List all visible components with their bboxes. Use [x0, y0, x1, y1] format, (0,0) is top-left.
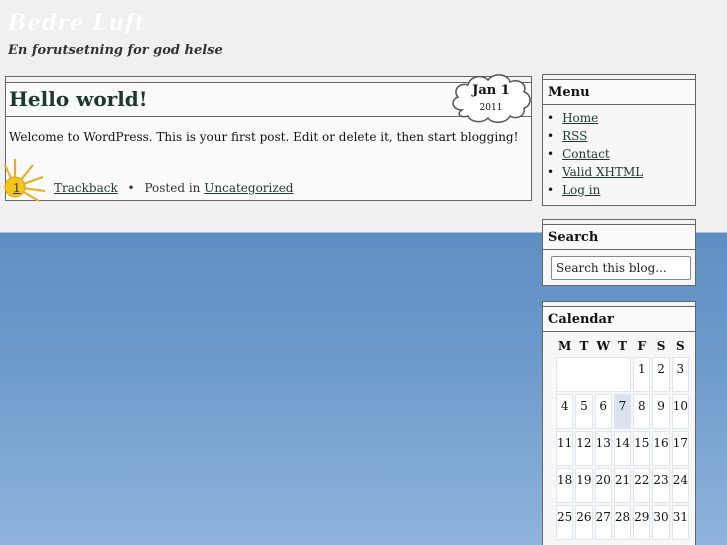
- calendar-body: 1 2 3 4 5 6 7 8 9 10 11 12 13 14 15 16 17 18 19 20 21 22 23 24 2…: [556, 357, 689, 540]
- weekday-header: T: [618, 339, 627, 353]
- calendar-day: 2: [652, 357, 670, 392]
- menu-list: Home RSS Contact Valid XHTML Log in: [543, 105, 695, 199]
- posted-in-label: Posted in: [144, 181, 201, 195]
- calendar-day: 5: [575, 394, 593, 429]
- category-link[interactable]: Uncategorized: [204, 181, 293, 195]
- calendar-day: 22: [633, 468, 651, 503]
- weekday-header: S: [675, 339, 685, 353]
- menu-item: Valid XHTML: [547, 163, 691, 181]
- menu-item: Contact: [547, 145, 691, 163]
- menu-link-contact[interactable]: Contact: [562, 147, 610, 161]
- calendar-day: 1: [633, 357, 651, 392]
- calendar-day: 20: [594, 468, 612, 503]
- weekday-header: W: [596, 339, 610, 353]
- site-title[interactable]: Bedre Luft: [8, 10, 145, 36]
- calendar-day: 8: [633, 394, 651, 429]
- calendar-day: 6: [594, 394, 612, 429]
- calendar-day: 10: [671, 394, 689, 429]
- calendar-day: 9: [652, 394, 670, 429]
- calendar-day: 16: [652, 431, 670, 466]
- calendar-day: 19: [575, 468, 593, 503]
- menu-link-valid-xhtml[interactable]: Valid XHTML: [562, 165, 643, 179]
- calendar-day: 3: [671, 357, 689, 392]
- search-widget: Search: [542, 219, 696, 286]
- calendar-day: 24: [671, 468, 689, 503]
- calendar-table: M T W T F S S 1 2 3 4 5 6 7 8 9 10 11 12 13 14 15 16 17 1…: [554, 335, 691, 542]
- calendar-day: 21: [613, 468, 632, 503]
- cloud-icon: [452, 74, 531, 123]
- calendar-week-row: 4 5 6 7 8 9 10: [556, 394, 689, 429]
- menu-item: RSS: [547, 127, 691, 145]
- post-body: Welcome to WordPress. This is your first…: [9, 130, 519, 144]
- calendar-empty-cell: [556, 357, 632, 392]
- post-meta: Trackback • Posted in Uncategorized: [54, 181, 293, 195]
- trackback-link[interactable]: Trackback: [54, 181, 118, 195]
- weekday-header: T: [579, 339, 589, 353]
- weekday-header: M: [557, 339, 572, 353]
- site-header: Bedre Luft En forutsetning for god helse: [0, 0, 727, 70]
- calendar-day: 17: [671, 431, 689, 466]
- weekday-header: S: [656, 339, 666, 353]
- menu-item: Log in: [547, 181, 691, 199]
- menu-widget: Menu Home RSS Contact Valid XHTML Log in: [542, 74, 696, 206]
- calendar-widget-title: Calendar: [543, 307, 695, 332]
- calendar-day: 27: [594, 505, 612, 540]
- calendar-day: 18: [556, 468, 574, 503]
- calendar-day: 15: [633, 431, 651, 466]
- calendar-day: 23: [652, 468, 670, 503]
- calendar-day: 11: [556, 431, 574, 466]
- calendar-day: 26: [575, 505, 593, 540]
- calendar-week-row: 18 19 20 21 22 23 24: [556, 468, 689, 503]
- calendar-day: 25: [556, 505, 574, 540]
- calendar-day: 7: [613, 394, 632, 429]
- sun-icon: [4, 159, 46, 202]
- calendar-day: 13: [594, 431, 612, 466]
- post-date-badge: Jan 1 2011: [448, 70, 534, 126]
- menu-link-log-in[interactable]: Log in: [562, 183, 600, 197]
- menu-item: Home: [547, 109, 691, 127]
- meta-separator: •: [127, 181, 135, 195]
- calendar-widget: Calendar M T W T F S S 1 2 3 4 5 6 7 8 9 10 11 12 13…: [542, 301, 696, 545]
- menu-widget-title: Menu: [543, 80, 695, 105]
- post-date-day: Jan 1: [472, 83, 510, 98]
- calendar-day: 28: [613, 505, 632, 540]
- post-title[interactable]: Hello world!: [9, 87, 148, 111]
- comment-count-link[interactable]: 1: [13, 181, 21, 195]
- calendar-day: 29: [633, 505, 651, 540]
- calendar-day: 4: [556, 394, 574, 429]
- calendar-week-row: 11 12 13 14 15 16 17: [556, 431, 689, 466]
- menu-link-home[interactable]: Home: [562, 111, 598, 125]
- search-input[interactable]: [551, 256, 691, 280]
- site-tagline: En forutsetning for god helse: [8, 43, 223, 58]
- calendar-day: 14: [613, 431, 632, 466]
- calendar-weekday-row: M T W T F S S: [556, 337, 689, 355]
- calendar-day: 30: [652, 505, 670, 540]
- menu-link-rss[interactable]: RSS: [562, 129, 587, 143]
- calendar-week-row: 25 26 27 28 29 30 31: [556, 505, 689, 540]
- post-date-year: 2011: [479, 103, 503, 113]
- search-widget-title: Search: [543, 225, 695, 250]
- weekday-header: F: [637, 339, 647, 353]
- calendar-day: 12: [575, 431, 593, 466]
- calendar-day: 31: [671, 505, 689, 540]
- calendar-week-row: 123: [556, 357, 689, 392]
